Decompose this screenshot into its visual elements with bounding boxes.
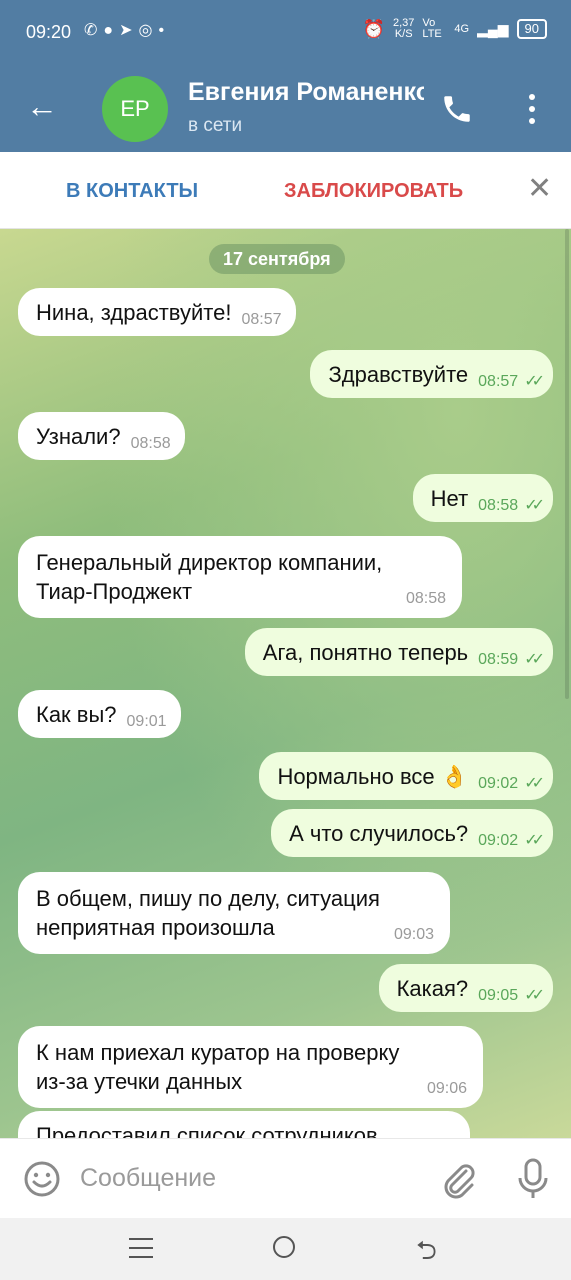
message-input[interactable]: Сообщение [80,1164,216,1193]
message-bubble[interactable]: Узнали? 08:58 [18,412,185,460]
message-text: Ага, понятно теперь [262,640,469,665]
message-bubble[interactable]: Генеральный директор компании, Тиар-Прод… [18,536,462,618]
status-right: ⏰ 2,37 K/S Vo LTE 4G ▂▄▆ 90 [363,18,547,40]
message-text: Нормально все 👌 [277,764,469,789]
message-time: 09:02 [478,832,519,849]
message-bubble[interactable]: Ага, понятно теперь 08:59 ✓✓ [244,628,553,676]
status-time: 09:20 [26,22,72,42]
message-bubble[interactable]: К нам приехал куратор на проверку из-за … [18,1026,483,1108]
read-receipt-icon: ✓✓ [524,775,545,792]
back-arrow-icon[interactable]: ← [26,90,58,122]
recent-apps-icon[interactable] [129,1238,153,1258]
message-time: 09:03 [393,926,434,943]
message-text-line: Генеральный директор компании, [36,550,383,575]
microphone-icon[interactable] [513,1157,553,1201]
message-text: Нет [430,486,469,511]
add-to-contacts-button[interactable]: В КОНТАКТЫ [66,180,198,203]
message-text: Как вы? [36,702,117,727]
action-bar: В КОНТАКТЫ ЗАБЛОКИРОВАТЬ ✕ [0,152,571,229]
close-icon[interactable]: ✕ [527,174,552,204]
message-bubble[interactable]: Как вы? 09:01 [18,690,181,738]
read-receipt-icon: ✓✓ [524,373,545,390]
block-button[interactable]: ЗАБЛОКИРОВАТЬ [284,180,463,203]
status-bar: 09:20 ✆●➤◎• ⏰ 2,37 K/S Vo LTE 4G ▂▄▆ 90 [0,0,571,64]
message-time: 08:57 [478,373,519,390]
message-bubble[interactable]: А что случилось? 09:02 ✓✓ [271,809,553,857]
message-text: А что случилось? [289,821,469,846]
message-time: 08:58 [478,497,519,514]
message-bubble[interactable]: Нет 08:58 ✓✓ [412,474,553,522]
contact-status: в сети [188,115,243,136]
phone-icon[interactable] [440,92,474,126]
message-bubble[interactable]: В общем, пишу по делу, ситуация неприятн… [18,872,450,954]
message-bubble[interactable]: Нина, здраствуйте! 08:57 [18,288,296,336]
message-time: 08:58 [130,435,171,452]
message-text-line: К нам приехал куратор на проверку [36,1040,400,1065]
message-time: 08:57 [241,311,282,328]
message-text: Здравствуйте [328,362,469,387]
message-time: 09:02 [478,775,519,792]
scrollbar[interactable] [565,229,569,699]
message-time: 09:05 [478,987,519,1004]
more-menu-icon[interactable] [520,94,544,124]
message-text: Нина, здраствуйте! [36,300,232,325]
message-bubble[interactable]: Предоставил список сотрудников [18,1111,470,1138]
emoji-icon[interactable] [22,1159,62,1199]
system-nav-bar: ⮌ [0,1218,571,1280]
message-text-line: неприятная произошла [36,915,275,940]
volte-indicator: Vo LTE [422,17,442,40]
contact-name[interactable]: Евгения Романенко [188,78,424,107]
system-back-icon[interactable]: ⮌ [416,1232,437,1276]
message-text: Предоставил список сотрудников [36,1123,378,1138]
message-bubble[interactable]: Здравствуйте 08:57 ✓✓ [310,350,553,398]
alarm-icon: ⏰ [362,18,385,39]
read-receipt-icon: ✓✓ [524,497,545,514]
message-text: Узнали? [36,424,121,449]
read-receipt-icon: ✓✓ [524,832,545,849]
paperclip-icon[interactable] [438,1159,478,1199]
message-text-line: Тиар-Проджект [36,579,193,604]
signal-icon: ▂▄▆ [477,20,509,37]
message-time: 08:59 [478,651,519,668]
message-bubble[interactable]: Какая? 09:05 ✓✓ [378,964,553,1012]
avatar[interactable]: ЕР [102,76,168,142]
message-text: Какая? [396,976,469,1001]
chat-area[interactable]: 17 сентября Нина, здраствуйте! 08:57 Здра… [0,229,571,1138]
battery-indicator: 90 [516,19,547,39]
network-type: 4G [454,23,470,35]
message-time: 09:01 [126,713,167,730]
chat-header: ← ЕР Евгения Романенко в сети [0,64,571,152]
message-text-line: из-за утечки данных [36,1069,243,1094]
message-time: 09:06 [426,1080,467,1097]
home-icon[interactable] [273,1236,295,1258]
message-time: 08:58 [405,590,446,607]
message-text-line: В общем, пишу по делу, ситуация [36,886,380,911]
message-bubble[interactable]: Нормально все 👌 09:02 ✓✓ [259,752,553,800]
date-separator: 17 сентября [209,244,345,274]
notification-icons: ✆●➤◎• [84,22,171,39]
read-receipt-icon: ✓✓ [524,987,545,1004]
net-speed: 2,37 K/S [392,17,415,40]
read-receipt-icon: ✓✓ [524,651,545,668]
message-input-bar: Сообщение [0,1138,571,1219]
